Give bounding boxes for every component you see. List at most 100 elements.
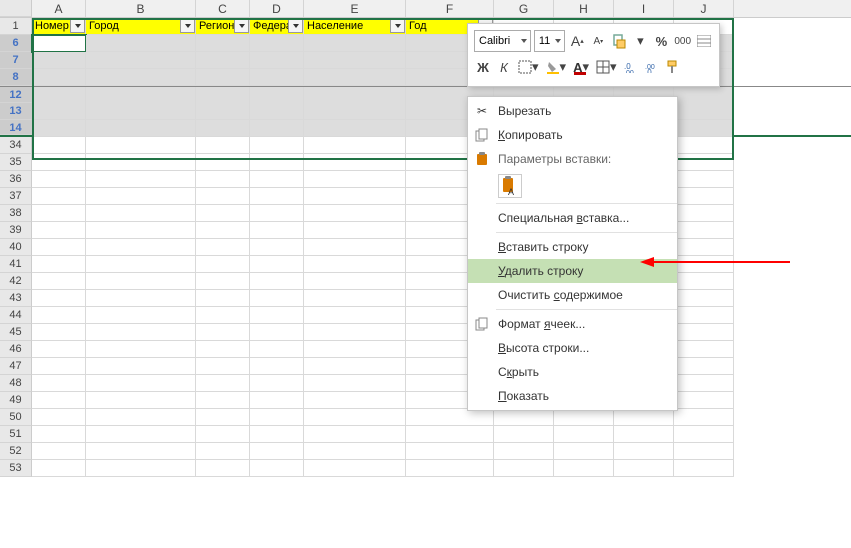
- cell[interactable]: [674, 171, 734, 188]
- cell[interactable]: [554, 409, 614, 426]
- cell[interactable]: [86, 120, 196, 137]
- row-header[interactable]: 36: [0, 171, 32, 188]
- column-header-F[interactable]: F: [406, 0, 494, 17]
- cell[interactable]: [304, 171, 406, 188]
- cell[interactable]: [674, 273, 734, 290]
- row-header[interactable]: 39: [0, 222, 32, 239]
- cell[interactable]: [86, 324, 196, 341]
- cell[interactable]: [32, 392, 86, 409]
- cell[interactable]: Население: [304, 18, 406, 35]
- cell[interactable]: [196, 154, 250, 171]
- cell[interactable]: [32, 154, 86, 171]
- cell[interactable]: [614, 443, 674, 460]
- cell[interactable]: [86, 52, 196, 69]
- cell[interactable]: [250, 171, 304, 188]
- cell[interactable]: [304, 205, 406, 222]
- cell[interactable]: [674, 392, 734, 409]
- cell[interactable]: [554, 426, 614, 443]
- cell[interactable]: [250, 307, 304, 324]
- cell[interactable]: [250, 154, 304, 171]
- row-header[interactable]: 38: [0, 205, 32, 222]
- cell[interactable]: [196, 205, 250, 222]
- cell[interactable]: [32, 52, 86, 69]
- cell[interactable]: [674, 87, 734, 104]
- row-header[interactable]: 41: [0, 256, 32, 273]
- select-all-corner[interactable]: [0, 0, 32, 17]
- cell[interactable]: [614, 409, 674, 426]
- cell[interactable]: [250, 392, 304, 409]
- cell[interactable]: [196, 426, 250, 443]
- cell[interactable]: [494, 443, 554, 460]
- menu-hide[interactable]: Скрыть: [468, 360, 677, 384]
- row-header[interactable]: 40: [0, 239, 32, 256]
- cell[interactable]: [196, 324, 250, 341]
- row-header[interactable]: 48: [0, 375, 32, 392]
- cell[interactable]: [614, 460, 674, 477]
- cell[interactable]: [674, 103, 734, 120]
- cell[interactable]: [32, 409, 86, 426]
- cell[interactable]: [86, 154, 196, 171]
- cell[interactable]: [250, 137, 304, 154]
- cell[interactable]: [304, 154, 406, 171]
- row-header[interactable]: 46: [0, 341, 32, 358]
- cell[interactable]: [86, 358, 196, 375]
- row-header[interactable]: 44: [0, 307, 32, 324]
- cell[interactable]: [32, 256, 86, 273]
- font-color-icon[interactable]: A▾: [571, 56, 591, 78]
- cell[interactable]: [674, 307, 734, 324]
- font-size-combo[interactable]: 11: [534, 30, 565, 52]
- filter-dropdown-icon[interactable]: [234, 18, 249, 33]
- menu-insert-row[interactable]: Вставить строку: [468, 235, 677, 259]
- cell[interactable]: [304, 460, 406, 477]
- row-header[interactable]: 1: [0, 18, 32, 35]
- row-header[interactable]: 43: [0, 290, 32, 307]
- row-header[interactable]: 6: [0, 35, 32, 52]
- filter-dropdown-icon[interactable]: [70, 18, 85, 33]
- cell[interactable]: [554, 443, 614, 460]
- cell[interactable]: [674, 290, 734, 307]
- cell[interactable]: [674, 409, 734, 426]
- cell[interactable]: [86, 460, 196, 477]
- cell[interactable]: [674, 222, 734, 239]
- cell[interactable]: [196, 103, 250, 120]
- cell[interactable]: [304, 137, 406, 154]
- cell[interactable]: [250, 188, 304, 205]
- cell[interactable]: Номер: [32, 18, 86, 35]
- menu-row-height[interactable]: Высота строки...: [468, 336, 677, 360]
- cell[interactable]: [406, 409, 494, 426]
- cell[interactable]: [32, 375, 86, 392]
- thousands-icon[interactable]: 000: [673, 30, 692, 52]
- row-header[interactable]: 51: [0, 426, 32, 443]
- cell[interactable]: [674, 256, 734, 273]
- row-header[interactable]: 34: [0, 137, 32, 154]
- cell[interactable]: [250, 341, 304, 358]
- cell[interactable]: [86, 222, 196, 239]
- cell[interactable]: [406, 460, 494, 477]
- menu-show[interactable]: Показать: [468, 384, 677, 408]
- font-combo[interactable]: Calibri: [474, 30, 531, 52]
- cell[interactable]: [250, 375, 304, 392]
- cell[interactable]: [86, 137, 196, 154]
- cell[interactable]: [250, 256, 304, 273]
- cell[interactable]: [674, 341, 734, 358]
- cell[interactable]: [86, 409, 196, 426]
- merge-icon[interactable]: [695, 30, 713, 52]
- menu-copy[interactable]: Копировать: [468, 123, 677, 147]
- decrease-font-icon[interactable]: A▾: [589, 30, 607, 52]
- cell[interactable]: [674, 460, 734, 477]
- cell[interactable]: [32, 171, 86, 188]
- cell[interactable]: [86, 171, 196, 188]
- column-header-B[interactable]: B: [86, 0, 196, 17]
- cell[interactable]: [32, 324, 86, 341]
- cell[interactable]: [196, 69, 250, 86]
- column-header-D[interactable]: D: [250, 0, 304, 17]
- cell[interactable]: [86, 69, 196, 86]
- column-header-I[interactable]: I: [614, 0, 674, 17]
- cell[interactable]: [304, 256, 406, 273]
- cell[interactable]: [32, 222, 86, 239]
- cell[interactable]: [86, 290, 196, 307]
- cell[interactable]: [304, 103, 406, 120]
- cell[interactable]: [86, 103, 196, 120]
- cell[interactable]: [196, 273, 250, 290]
- cell[interactable]: [196, 358, 250, 375]
